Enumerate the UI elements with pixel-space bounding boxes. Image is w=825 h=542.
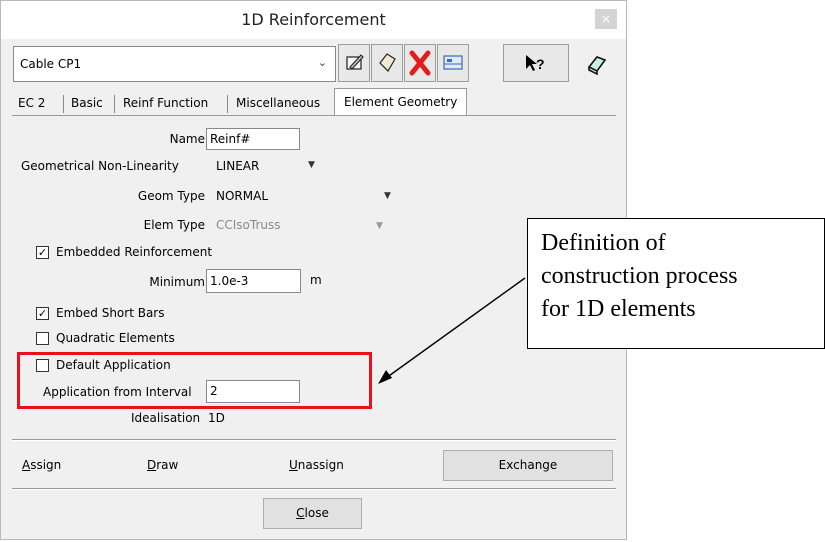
close-icon[interactable]: ×: [595, 9, 617, 29]
help-pointer-icon: ?: [526, 55, 545, 72]
reinforcement-select-value: Cable CP1: [20, 57, 82, 71]
chevron-down-icon: ⌄: [317, 56, 327, 69]
edit-button[interactable]: [338, 44, 370, 82]
help-button[interactable]: ?: [503, 44, 569, 82]
chevron-down-icon[interactable]: ▼: [308, 160, 315, 170]
minimum-unit: m: [310, 273, 322, 287]
geom-nonlinearity-value[interactable]: LINEAR: [216, 159, 259, 173]
quadratic-elements-label: Quadratic Elements: [56, 331, 175, 345]
annotation-callout: Definition of construction process for 1…: [527, 218, 825, 349]
tab-ec2[interactable]: EC 2: [12, 92, 51, 115]
eraser-icon: [587, 56, 607, 76]
idealisation-label: Idealisation: [131, 411, 201, 425]
quadratic-elements-checkbox[interactable]: [36, 332, 49, 345]
minimum-field[interactable]: 1.0e-3: [206, 269, 301, 293]
delete-button[interactable]: [404, 44, 436, 82]
tab-reinf-function[interactable]: Reinf Function: [117, 92, 214, 115]
highlight-box: [17, 352, 372, 409]
tab-miscellaneous[interactable]: Miscellaneous: [230, 92, 326, 115]
annotation-arrow: [378, 277, 526, 384]
tab-element-geometry[interactable]: Element Geometry: [334, 88, 468, 116]
embed-short-bars-checkbox[interactable]: ✓: [36, 307, 49, 320]
idealisation-value: 1D: [208, 411, 225, 425]
tab-separator: [227, 95, 228, 113]
draw-button[interactable]: Draw: [147, 458, 178, 472]
embedded-reinforcement-checkbox[interactable]: ✓: [36, 246, 49, 259]
elem-type-value: CCIsoTruss: [216, 218, 281, 232]
elem-type-label: Elem Type: [143, 218, 205, 232]
annotation-line: Definition of: [541, 230, 666, 256]
annotation-line: for 1D elements: [541, 296, 696, 322]
chevron-down-icon[interactable]: ▼: [384, 191, 391, 201]
geom-type-value[interactable]: NORMAL: [216, 189, 268, 203]
embed-short-bars-label: Embed Short Bars: [56, 306, 165, 320]
edit-icon: [346, 54, 364, 70]
divider: [12, 489, 616, 490]
exchange-button[interactable]: Exchange: [443, 450, 613, 481]
geom-nonlinearity-label: Geometrical Non-Linearity: [21, 159, 179, 173]
window-title: 1D Reinforcement: [241, 10, 386, 29]
tab-basic[interactable]: Basic: [65, 92, 109, 115]
svg-text:?: ?: [536, 56, 545, 72]
embedded-reinforcement-label: Embedded Reinforcement: [56, 245, 213, 259]
new-item-icon: [379, 53, 396, 72]
tab-separator: [63, 95, 64, 113]
unassign-button[interactable]: Unassign: [289, 458, 344, 472]
divider: [12, 440, 616, 441]
geom-type-label: Geom Type: [137, 189, 205, 203]
annotation-line: construction process: [541, 263, 738, 289]
chevron-down-icon: ▼: [376, 221, 383, 231]
reinforcement-select[interactable]: Cable CP1 ⌄: [13, 46, 336, 82]
name-field[interactable]: Reinf#: [206, 128, 300, 150]
assign-button[interactable]: Assign: [22, 458, 61, 472]
new-item-button[interactable]: [371, 44, 403, 82]
table-icon: [443, 55, 463, 70]
title-bar: 1D Reinforcement ×: [1, 1, 626, 39]
delete-icon: [409, 50, 431, 76]
name-label: Name: [169, 132, 205, 146]
eraser-button[interactable]: [581, 49, 611, 79]
close-button[interactable]: Close: [263, 498, 362, 529]
minimum-label: Minimum: [149, 275, 205, 289]
table-button[interactable]: [437, 44, 469, 82]
tab-separator: [114, 95, 115, 113]
